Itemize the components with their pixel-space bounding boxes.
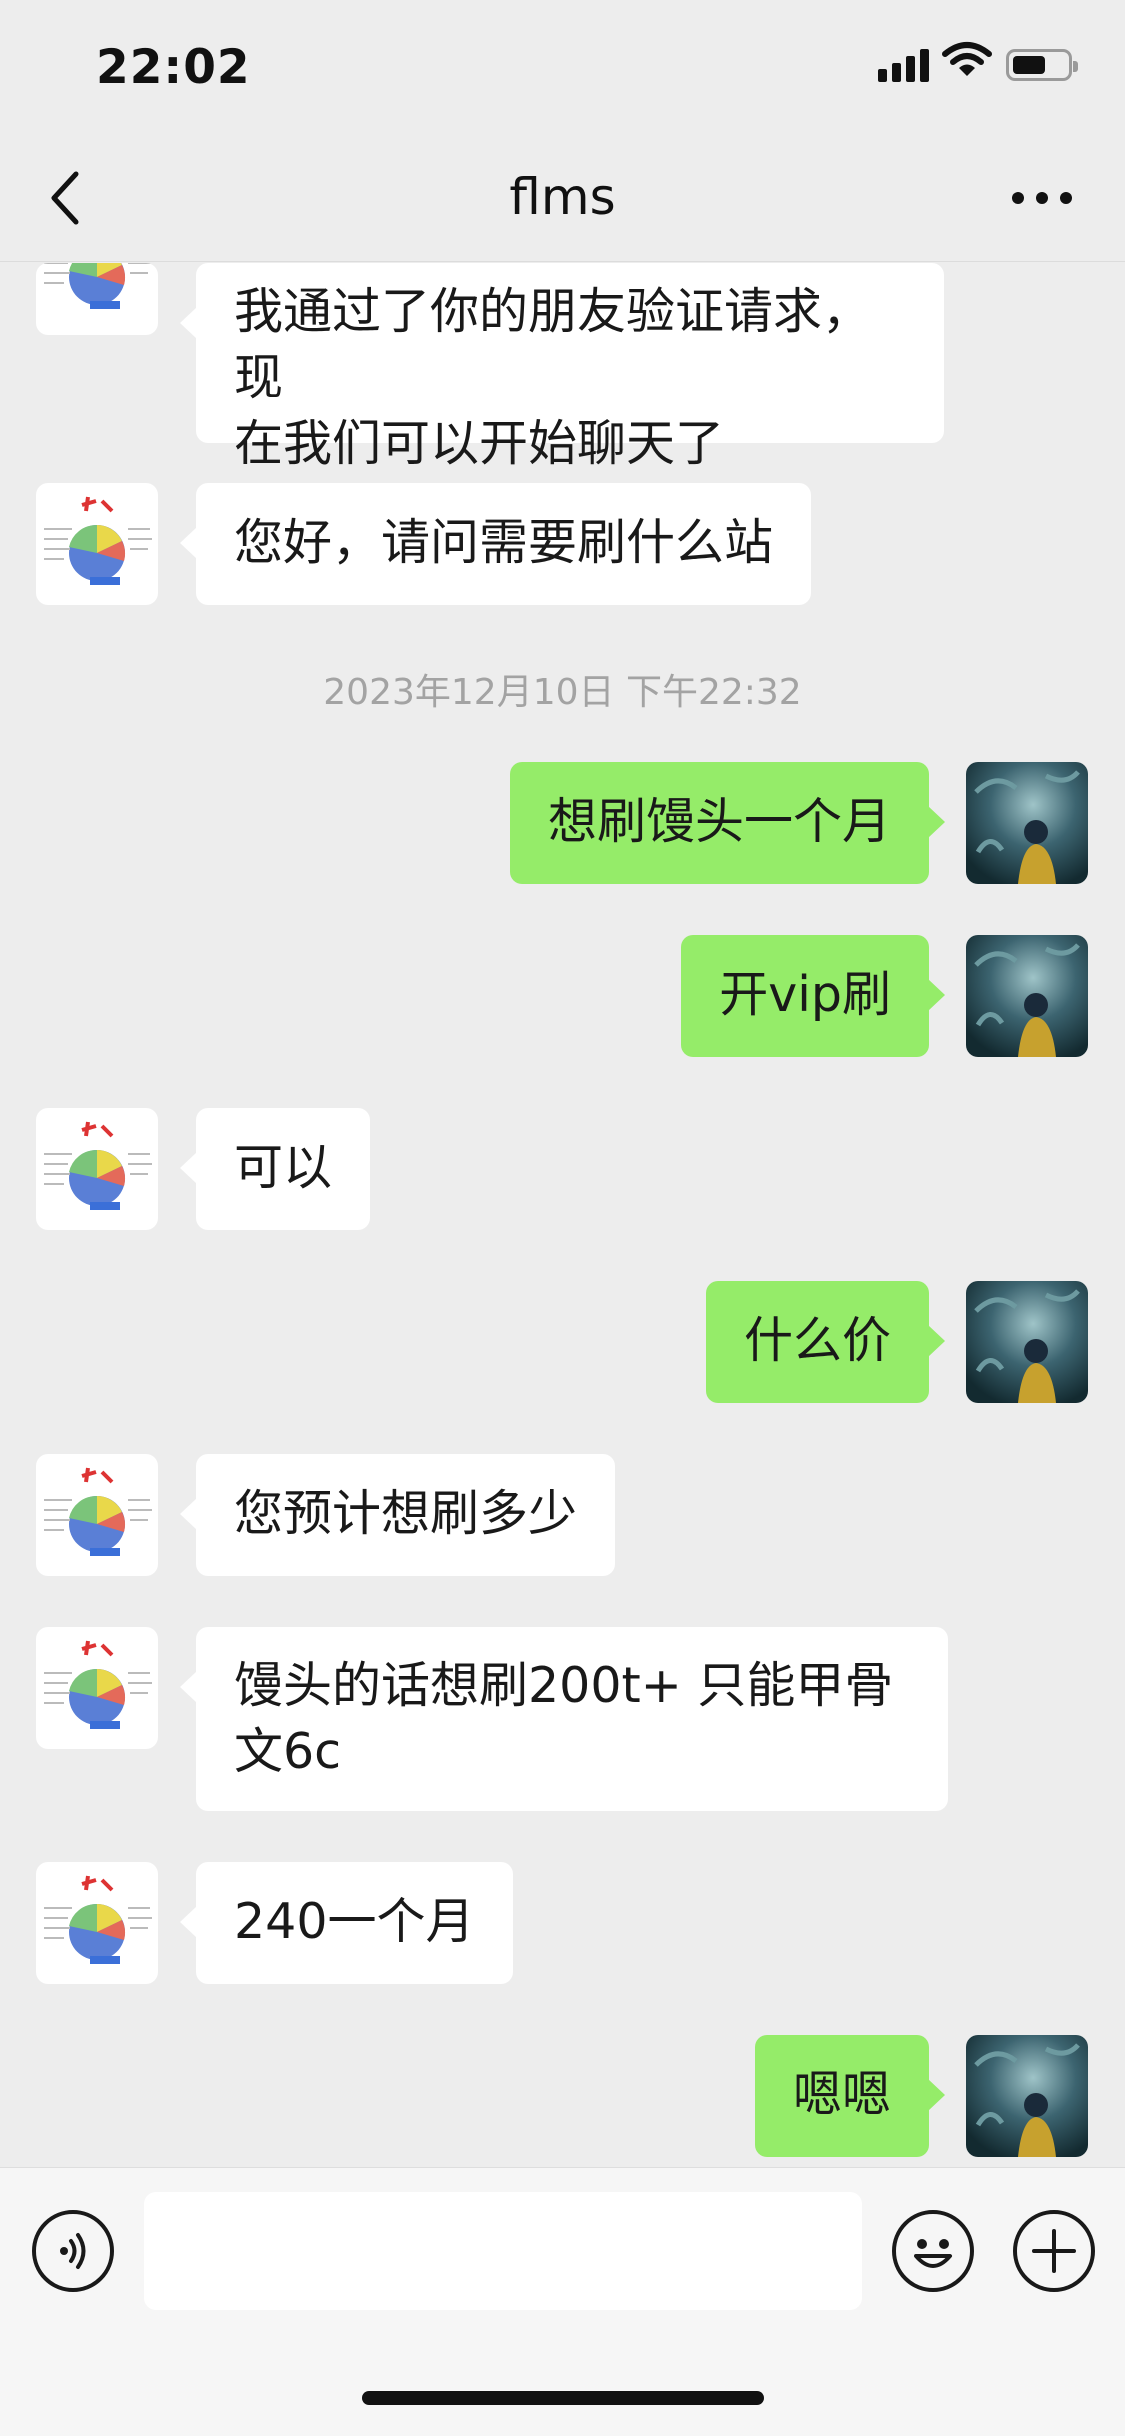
message-outgoing: 开vip刷 [0, 935, 1125, 1057]
message-timestamp: 2023年12月10日 下午22:32 [323, 672, 802, 713]
message-bubble[interactable]: 开vip刷 [681, 935, 945, 1057]
message-bubble[interactable]: 您好，请问需要刷什么站 [179, 483, 812, 605]
more-dots-icon[interactable] [1012, 192, 1072, 206]
message-incoming: 您好，请问需要刷什么站 [0, 483, 1125, 605]
message-text-line: 馒头的话想刷200t+ 只能甲骨 [234, 1657, 894, 1714]
message-incoming: • • • • 我通过了你的朋友验证请求，现 在我们可以开始聊天了 [0, 263, 1125, 472]
emoji-icon[interactable] [892, 2210, 974, 2292]
plus-icon[interactable] [1013, 2210, 1095, 2292]
message-bubble[interactable]: 想刷馒头一个月 [509, 762, 946, 884]
contact-avatar[interactable] [36, 1627, 158, 1749]
message-bubble[interactable]: 馒头的话想刷200t+ 只能甲骨 文6c [180, 1627, 948, 1811]
message-incoming: 馒头的话想刷200t+ 只能甲骨 文6c [0, 1627, 1125, 1811]
message-text-line: 我通过了你的朋友验证请求，现 [234, 283, 872, 406]
message-bubble[interactable]: 什么价 [705, 1281, 946, 1403]
contact-avatar[interactable] [36, 1454, 158, 1576]
message-bubble[interactable]: 嗯嗯 [754, 2035, 946, 2157]
signal-icon [878, 48, 932, 82]
status-time: 22:02 [96, 40, 251, 95]
message-outgoing: 嗯嗯 [0, 2035, 1125, 2157]
message-text-line: 文6c [234, 1723, 342, 1780]
contact-avatar[interactable] [36, 1862, 158, 1984]
battery-icon [1006, 49, 1078, 81]
message-bubble[interactable]: 240一个月 [180, 1862, 513, 1984]
user-avatar[interactable] [966, 762, 1088, 884]
message-bubble[interactable]: 可以 [179, 1108, 371, 1230]
message-incoming: 240一个月 [0, 1862, 1125, 1984]
message-input[interactable] [144, 2192, 862, 2310]
chat-header: flms [0, 132, 1125, 262]
message-incoming: 您预计想刷多少 [0, 1454, 1125, 1576]
user-avatar[interactable] [966, 1281, 1088, 1403]
status-bar: 22:02 [0, 0, 1125, 132]
voice-icon[interactable] [32, 2210, 114, 2292]
message-bubble[interactable]: 您预计想刷多少 [179, 1454, 616, 1576]
message-outgoing: 想刷馒头一个月 [0, 762, 1125, 884]
wifi-icon [942, 42, 992, 76]
message-incoming: 可以 [0, 1108, 1125, 1230]
chat-title: flms [509, 168, 616, 226]
home-indicator[interactable] [362, 2391, 764, 2405]
contact-avatar[interactable]: • • • • [36, 263, 158, 335]
chat-messages[interactable]: • • • • 我通过了你的朋友验证请求，现 在我们可以开始聊天了 您好，请问需… [0, 263, 1125, 2167]
user-avatar[interactable] [966, 935, 1088, 1057]
message-text-line: 在我们可以开始聊天了 [234, 415, 725, 472]
user-avatar[interactable] [966, 2035, 1088, 2157]
message-outgoing: 什么价 [0, 1281, 1125, 1403]
message-bubble[interactable]: 我通过了你的朋友验证请求，现 在我们可以开始聊天了 [180, 263, 944, 472]
contact-avatar[interactable] [36, 1108, 158, 1230]
contact-avatar[interactable] [36, 483, 158, 605]
